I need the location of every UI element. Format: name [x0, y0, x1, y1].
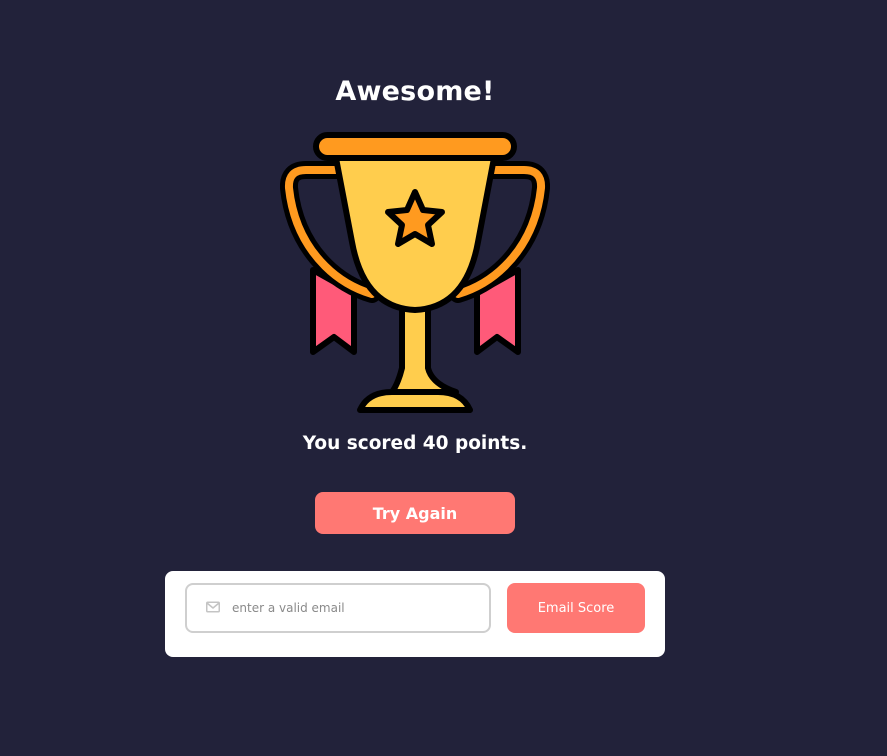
email-score-form: Email Score: [165, 571, 665, 657]
score-text: You scored 40 points.: [302, 433, 528, 454]
mail-icon: [206, 601, 220, 613]
trophy-icon: [279, 130, 551, 420]
email-input[interactable]: [232, 585, 482, 631]
try-again-button[interactable]: Try Again: [315, 492, 515, 534]
result-title: Awesome!: [335, 76, 495, 108]
email-score-button[interactable]: Email Score: [507, 583, 645, 633]
email-field[interactable]: [185, 583, 491, 633]
